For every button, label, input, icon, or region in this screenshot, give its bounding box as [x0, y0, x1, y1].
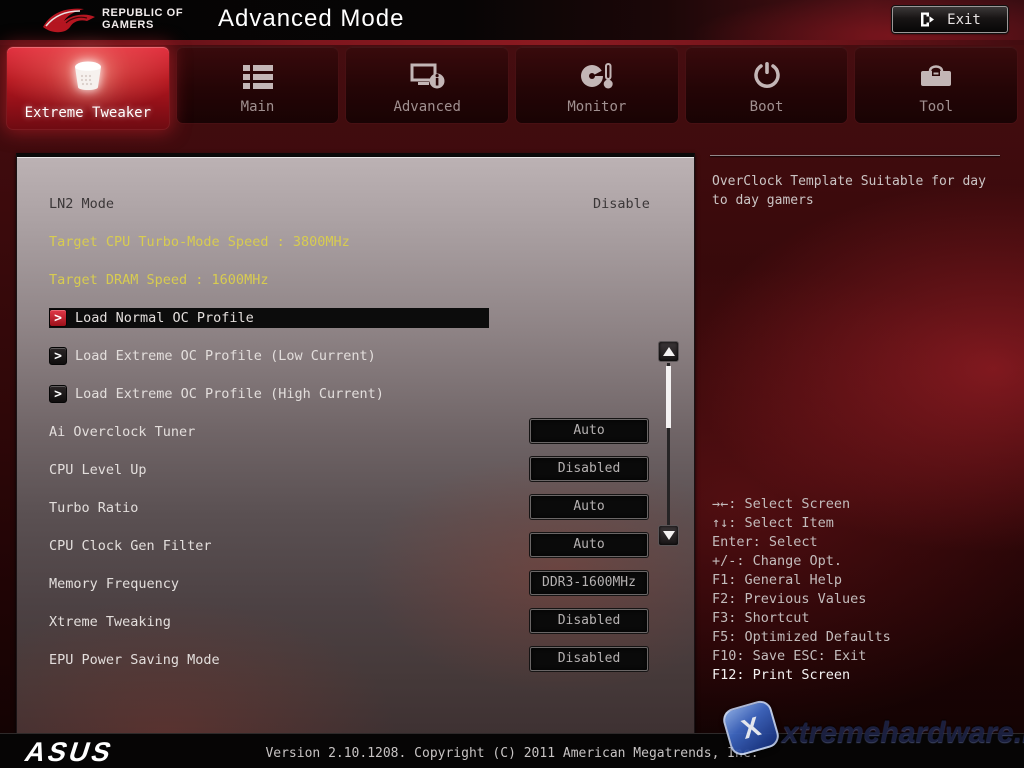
- shortcut-line: →←: Select Screen: [712, 495, 891, 514]
- scroll-down-button[interactable]: [658, 525, 679, 546]
- screen-info-icon: [346, 58, 508, 94]
- shortcut-line: F2: Previous Values: [712, 590, 891, 609]
- action-row-load-extreme-low[interactable]: > Load Extreme OC Profile (Low Current): [49, 346, 509, 366]
- target-cpu-speed-text: Target CPU Turbo-Mode Speed : 3800MHz: [49, 232, 350, 252]
- tab-tool[interactable]: Tool: [854, 46, 1018, 124]
- value-dropdown[interactable]: Disabled: [530, 457, 648, 481]
- knob-icon: [7, 58, 169, 94]
- setting-label: Ai Overclock Tuner: [49, 424, 195, 440]
- tab-label: Extreme Tweaker: [7, 105, 169, 121]
- setting-label: Memory Frequency: [49, 576, 179, 592]
- action-label: Load Normal OC Profile: [75, 308, 254, 328]
- shortcut-line: F3: Shortcut: [712, 609, 891, 628]
- setting-label: CPU Level Up: [49, 462, 147, 478]
- watermark-text: xtremehardware.it: [782, 716, 1024, 750]
- shortcut-line: F10: Save ESC: Exit: [712, 647, 891, 666]
- setting-row: Ai Overclock Tuner Auto: [49, 422, 669, 442]
- setting-label: LN2 Mode: [49, 196, 114, 212]
- shortcut-legend: →←: Select Screen ↑↓: Select Item Enter:…: [712, 495, 891, 685]
- shortcut-line: ↑↓: Select Item: [712, 514, 891, 533]
- asus-logo: ASUS: [21, 737, 118, 768]
- version-text: Version 2.10.1208. Copyright (C) 2011 Am…: [265, 746, 758, 761]
- tab-bar: Extreme Tweaker Main: [6, 46, 1018, 124]
- value-dropdown[interactable]: Disabled: [530, 647, 648, 671]
- settings-panel: LN2 Mode Disable Target CPU Turbo-Mode S…: [16, 153, 695, 737]
- setting-row: Turbo Ratio Auto: [49, 498, 669, 518]
- toolbox-icon: [855, 58, 1017, 94]
- setting-value: Disable: [593, 194, 650, 214]
- shortcut-line: Enter: Select: [712, 533, 891, 552]
- top-bar: REPUBLIC OF GAMERS Advanced Mode Exit: [0, 0, 1024, 40]
- chevron-icon: >: [49, 309, 67, 327]
- tab-boot[interactable]: Boot: [685, 46, 849, 124]
- tab-main[interactable]: Main: [176, 46, 340, 124]
- action-label: Load Extreme OC Profile (Low Current): [75, 346, 376, 366]
- value-dropdown[interactable]: Auto: [530, 533, 648, 557]
- chevron-icon: >: [49, 385, 67, 403]
- shortcut-line: F1: General Help: [712, 571, 891, 590]
- action-row-load-extreme-high[interactable]: > Load Extreme OC Profile (High Current): [49, 384, 509, 404]
- exit-button[interactable]: Exit: [892, 6, 1008, 33]
- page-title: Advanced Mode: [218, 5, 404, 33]
- up-arrow-icon: [663, 347, 675, 356]
- list-icon: [177, 58, 339, 94]
- setting-row: CPU Level Up Disabled: [49, 460, 669, 480]
- tab-extreme-tweaker[interactable]: Extreme Tweaker: [6, 46, 170, 130]
- power-icon: [686, 58, 848, 94]
- bios-screen: REPUBLIC OF GAMERS Advanced Mode Exit: [0, 0, 1024, 768]
- shortcut-line: F5: Optimized Defaults: [712, 628, 891, 647]
- setting-row: CPU Clock Gen Filter Auto: [49, 536, 669, 556]
- setting-row: Xtreme Tweaking Disabled: [49, 612, 669, 632]
- scroll-up-button[interactable]: [658, 341, 679, 362]
- tab-advanced[interactable]: Advanced: [345, 46, 509, 124]
- help-text: OverClock Template Suitable for day to d…: [712, 172, 1006, 210]
- shortcut-line: +/-: Change Opt.: [712, 552, 891, 571]
- sidebar-divider: [710, 155, 1000, 156]
- tab-label: Tool: [855, 99, 1017, 115]
- gauge-thermometer-icon: [516, 58, 678, 94]
- scrollbar-thumb[interactable]: [666, 366, 671, 428]
- value-dropdown[interactable]: DDR3-1600MHz: [530, 571, 648, 595]
- value-dropdown[interactable]: Auto: [530, 495, 648, 519]
- brand-text: REPUBLIC OF GAMERS: [102, 7, 183, 31]
- chevron-icon: >: [49, 347, 67, 365]
- tab-label: Main: [177, 99, 339, 115]
- value-dropdown[interactable]: Disabled: [530, 609, 648, 633]
- tab-monitor[interactable]: Monitor: [515, 46, 679, 124]
- tab-label: Advanced: [346, 99, 508, 115]
- setting-row: Memory Frequency DDR3-1600MHz: [49, 574, 669, 594]
- tab-label: Boot: [686, 99, 848, 115]
- exit-label: Exit: [947, 12, 981, 28]
- target-dram-speed-text: Target DRAM Speed : 1600MHz: [49, 270, 268, 290]
- rog-eye-icon: [42, 4, 96, 36]
- down-arrow-icon: [663, 531, 675, 540]
- tab-label: Monitor: [516, 99, 678, 115]
- setting-label: Turbo Ratio: [49, 500, 138, 516]
- setting-row-ln2[interactable]: LN2 Mode Disable: [49, 194, 669, 214]
- shortcut-line: F12: Print Screen: [712, 666, 891, 685]
- value-dropdown[interactable]: Auto: [530, 419, 648, 443]
- action-label: Load Extreme OC Profile (High Current): [75, 384, 384, 404]
- setting-label: Xtreme Tweaking: [49, 614, 171, 630]
- setting-row: EPU Power Saving Mode Disabled: [49, 650, 669, 670]
- action-row-load-normal[interactable]: > Load Normal OC Profile: [49, 308, 509, 328]
- setting-label: EPU Power Saving Mode: [49, 652, 220, 668]
- setting-label: CPU Clock Gen Filter: [49, 538, 212, 554]
- exit-door-icon: [919, 11, 935, 28]
